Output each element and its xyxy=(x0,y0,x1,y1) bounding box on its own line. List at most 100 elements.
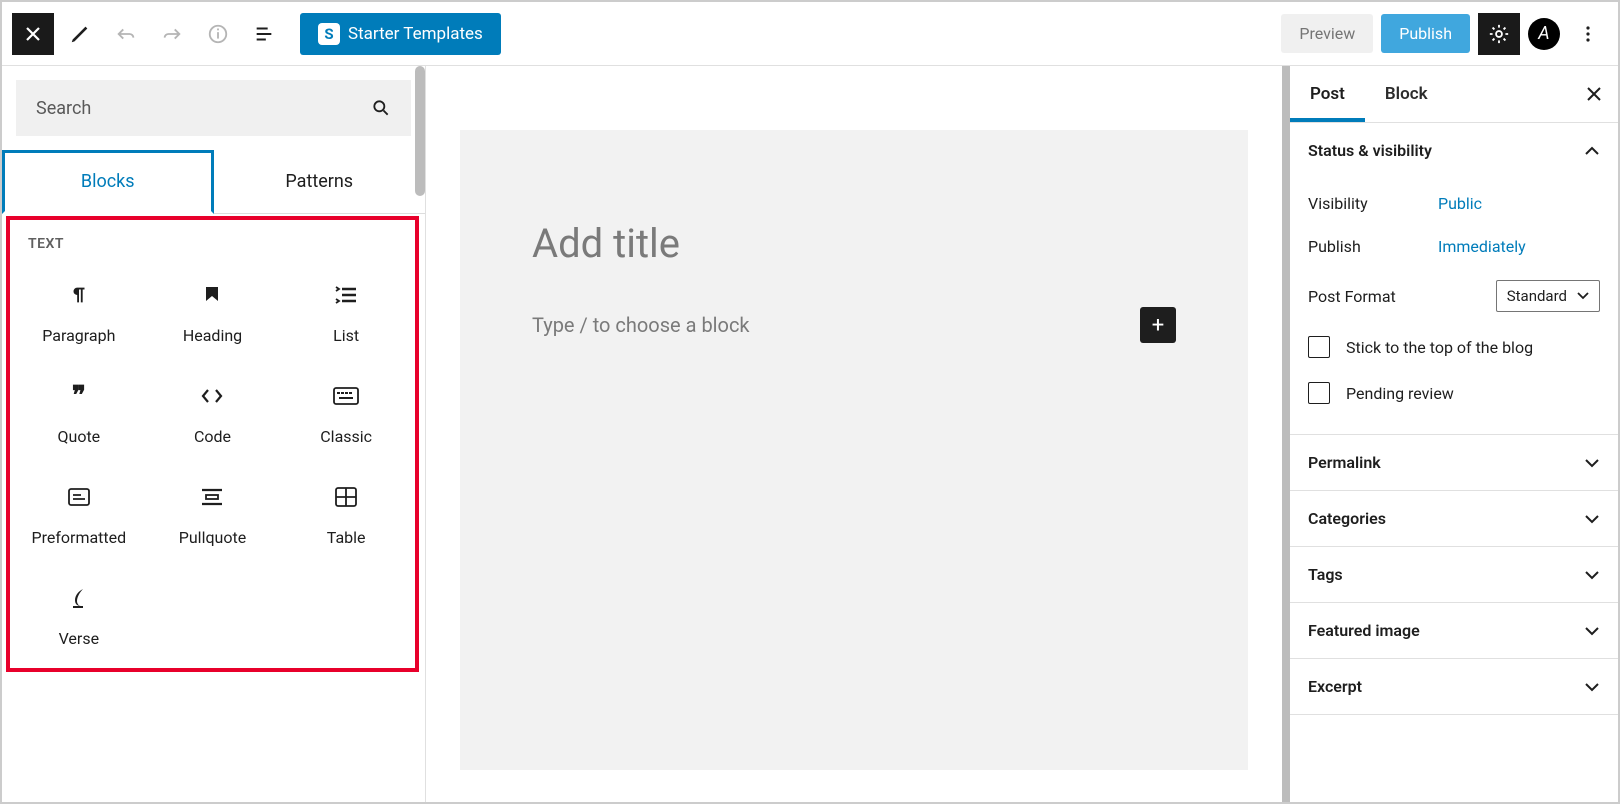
block-verse[interactable]: Verse xyxy=(12,559,146,660)
plus-icon: + xyxy=(1152,313,1164,338)
undo-icon xyxy=(115,23,137,45)
panel-featured-header[interactable]: Featured image xyxy=(1290,603,1618,658)
kebab-icon xyxy=(1578,24,1598,44)
table-icon xyxy=(335,480,357,514)
visibility-row: Visibility Public xyxy=(1308,182,1600,225)
verse-icon xyxy=(69,581,89,615)
highlight-annotation: TEXT Paragraph Heading List ❞ Quote xyxy=(6,216,419,672)
panel-status-header[interactable]: Status & visibility xyxy=(1290,123,1618,178)
visibility-value[interactable]: Public xyxy=(1438,194,1482,213)
tab-patterns[interactable]: Patterns xyxy=(214,150,426,213)
search-icon xyxy=(371,98,391,118)
starter-templates-button[interactable]: S Starter Templates xyxy=(300,13,501,55)
toolbar-right: Preview Publish A xyxy=(1281,13,1608,55)
chevron-down-icon xyxy=(1584,626,1600,636)
panel-status-visibility: Status & visibility Visibility Public Pu… xyxy=(1290,123,1618,435)
block-quote[interactable]: ❞ Quote xyxy=(12,357,146,458)
add-block-button[interactable]: + xyxy=(1140,307,1176,343)
block-search-input[interactable]: Search xyxy=(16,80,411,136)
sticky-checkbox-row[interactable]: Stick to the top of the blog xyxy=(1308,324,1600,370)
block-grid: Paragraph Heading List ❞ Quote Code xyxy=(12,256,413,660)
chevron-down-icon xyxy=(1577,292,1589,300)
close-icon xyxy=(1586,86,1602,102)
info-icon xyxy=(207,23,229,45)
panel-featured-image: Featured image xyxy=(1290,603,1618,659)
more-options-button[interactable] xyxy=(1568,14,1608,54)
pullquote-icon xyxy=(200,480,224,514)
panel-categories-header[interactable]: Categories xyxy=(1290,491,1618,546)
brand-a-icon: A xyxy=(1538,23,1549,44)
block-classic[interactable]: Classic xyxy=(279,357,413,458)
pending-checkbox-row[interactable]: Pending review xyxy=(1308,370,1600,416)
settings-button[interactable] xyxy=(1478,13,1520,55)
paragraph-icon xyxy=(68,278,90,312)
block-heading[interactable]: Heading xyxy=(146,256,280,357)
tab-post[interactable]: Post xyxy=(1290,66,1365,122)
outline-button[interactable] xyxy=(244,14,284,54)
block-code[interactable]: Code xyxy=(146,357,280,458)
block-placeholder[interactable]: Type / to choose a block xyxy=(532,313,750,337)
post-format-row: Post Format Standard xyxy=(1308,268,1600,324)
tab-block[interactable]: Block xyxy=(1365,66,1448,122)
block-paragraph[interactable]: Paragraph xyxy=(12,256,146,357)
tab-blocks[interactable]: Blocks xyxy=(2,150,214,214)
inserter-scrollbar[interactable] xyxy=(415,66,425,196)
list-view-icon xyxy=(253,23,275,45)
starter-templates-label: Starter Templates xyxy=(348,24,483,44)
panel-status-body: Visibility Public Publish Immediately Po… xyxy=(1290,178,1618,434)
undo-button[interactable] xyxy=(106,14,146,54)
checkbox-pending[interactable] xyxy=(1308,382,1330,404)
astra-icon[interactable]: A xyxy=(1528,18,1560,50)
publish-row: Publish Immediately xyxy=(1308,225,1600,268)
list-icon xyxy=(334,278,358,312)
quote-icon: ❞ xyxy=(72,379,86,413)
post-title-input[interactable]: Add title xyxy=(532,220,1176,267)
redo-button[interactable] xyxy=(152,14,192,54)
toolbar-left: S Starter Templates xyxy=(12,13,501,55)
panel-tags: Tags xyxy=(1290,547,1618,603)
inserter-tabs: Blocks Patterns xyxy=(2,150,425,214)
heading-icon xyxy=(202,278,222,312)
post-document: Add title Type / to choose a block + xyxy=(460,130,1248,770)
block-preformatted[interactable]: Preformatted xyxy=(12,458,146,559)
preformatted-icon xyxy=(67,480,91,514)
starter-templates-icon: S xyxy=(318,23,340,45)
close-icon xyxy=(23,24,43,44)
main-area: Search Blocks Patterns TEXT Paragraph He… xyxy=(2,66,1618,802)
edit-tools-button[interactable] xyxy=(60,14,100,54)
chevron-down-icon xyxy=(1584,682,1600,692)
panel-tags-header[interactable]: Tags xyxy=(1290,547,1618,602)
code-icon xyxy=(200,379,224,413)
classic-icon xyxy=(333,379,359,413)
chevron-down-icon xyxy=(1584,514,1600,524)
editor-canvas: Add title Type / to choose a block + xyxy=(426,66,1282,802)
block-inserter-panel: Search Blocks Patterns TEXT Paragraph He… xyxy=(2,66,426,802)
settings-sidebar: Post Block Status & visibility Visibilit… xyxy=(1282,66,1618,802)
chevron-down-icon xyxy=(1584,570,1600,580)
publish-button[interactable]: Publish xyxy=(1381,14,1470,53)
chevron-up-icon xyxy=(1584,146,1600,156)
gear-icon xyxy=(1488,23,1510,45)
top-toolbar: S Starter Templates Preview Publish A xyxy=(2,2,1618,66)
block-list[interactable]: List xyxy=(279,256,413,357)
publish-value[interactable]: Immediately xyxy=(1438,237,1526,256)
sidebar-tabs: Post Block xyxy=(1290,66,1618,123)
block-pullquote[interactable]: Pullquote xyxy=(146,458,280,559)
panel-permalink-header[interactable]: Permalink xyxy=(1290,435,1618,490)
panel-categories: Categories xyxy=(1290,491,1618,547)
redo-icon xyxy=(161,23,183,45)
close-inserter-button[interactable] xyxy=(12,13,54,55)
post-format-select[interactable]: Standard xyxy=(1496,280,1600,312)
panel-excerpt-header[interactable]: Excerpt xyxy=(1290,659,1618,714)
details-button[interactable] xyxy=(198,14,238,54)
search-placeholder: Search xyxy=(36,98,91,119)
checkbox-sticky[interactable] xyxy=(1308,336,1330,358)
pencil-icon xyxy=(69,23,91,45)
block-category-text: TEXT xyxy=(12,224,413,256)
panel-excerpt: Excerpt xyxy=(1290,659,1618,715)
close-sidebar-button[interactable] xyxy=(1578,78,1610,110)
post-body: Type / to choose a block + xyxy=(532,307,1176,343)
block-table[interactable]: Table xyxy=(279,458,413,559)
preview-button[interactable]: Preview xyxy=(1281,14,1373,53)
panel-permalink: Permalink xyxy=(1290,435,1618,491)
